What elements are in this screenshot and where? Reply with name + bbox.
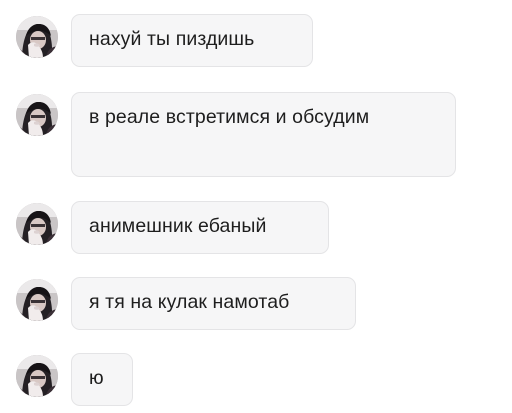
message-bubble[interactable]: ю (71, 353, 133, 406)
avatar[interactable] (16, 355, 58, 397)
avatar[interactable] (16, 203, 58, 245)
user-avatar-photo-icon (16, 355, 58, 397)
chat-thread: нахуй ты пиздишь в реале встретимся и об… (0, 0, 512, 413)
avatar[interactable] (16, 279, 58, 321)
avatar[interactable] (16, 16, 58, 58)
user-avatar-photo-icon (16, 94, 58, 136)
user-avatar-photo-icon (16, 279, 58, 321)
message-bubble[interactable]: я тя на кулак намотаб (71, 277, 356, 330)
avatar[interactable] (16, 94, 58, 136)
message-bubble[interactable]: в реале встретимся и обсудим (71, 92, 456, 177)
message-bubble[interactable]: нахуй ты пиздишь (71, 14, 313, 67)
user-avatar-photo-icon (16, 16, 58, 58)
user-avatar-photo-icon (16, 203, 58, 245)
message-bubble[interactable]: анимешник ебаный (71, 201, 329, 254)
